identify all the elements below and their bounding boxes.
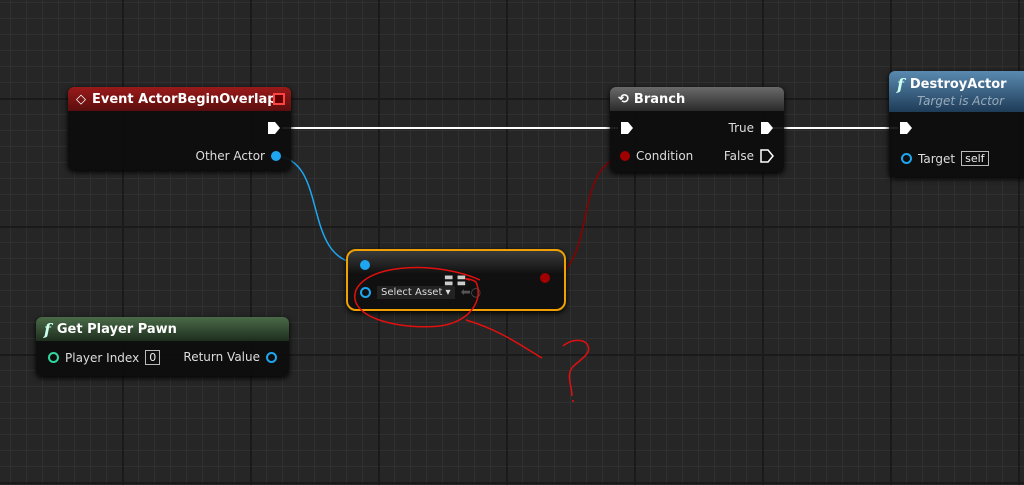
annotation-arrow-line <box>465 319 543 359</box>
annotation-scribble <box>354 266 590 402</box>
annotation-question-mark <box>562 339 590 402</box>
annotation-circle <box>354 266 481 328</box>
